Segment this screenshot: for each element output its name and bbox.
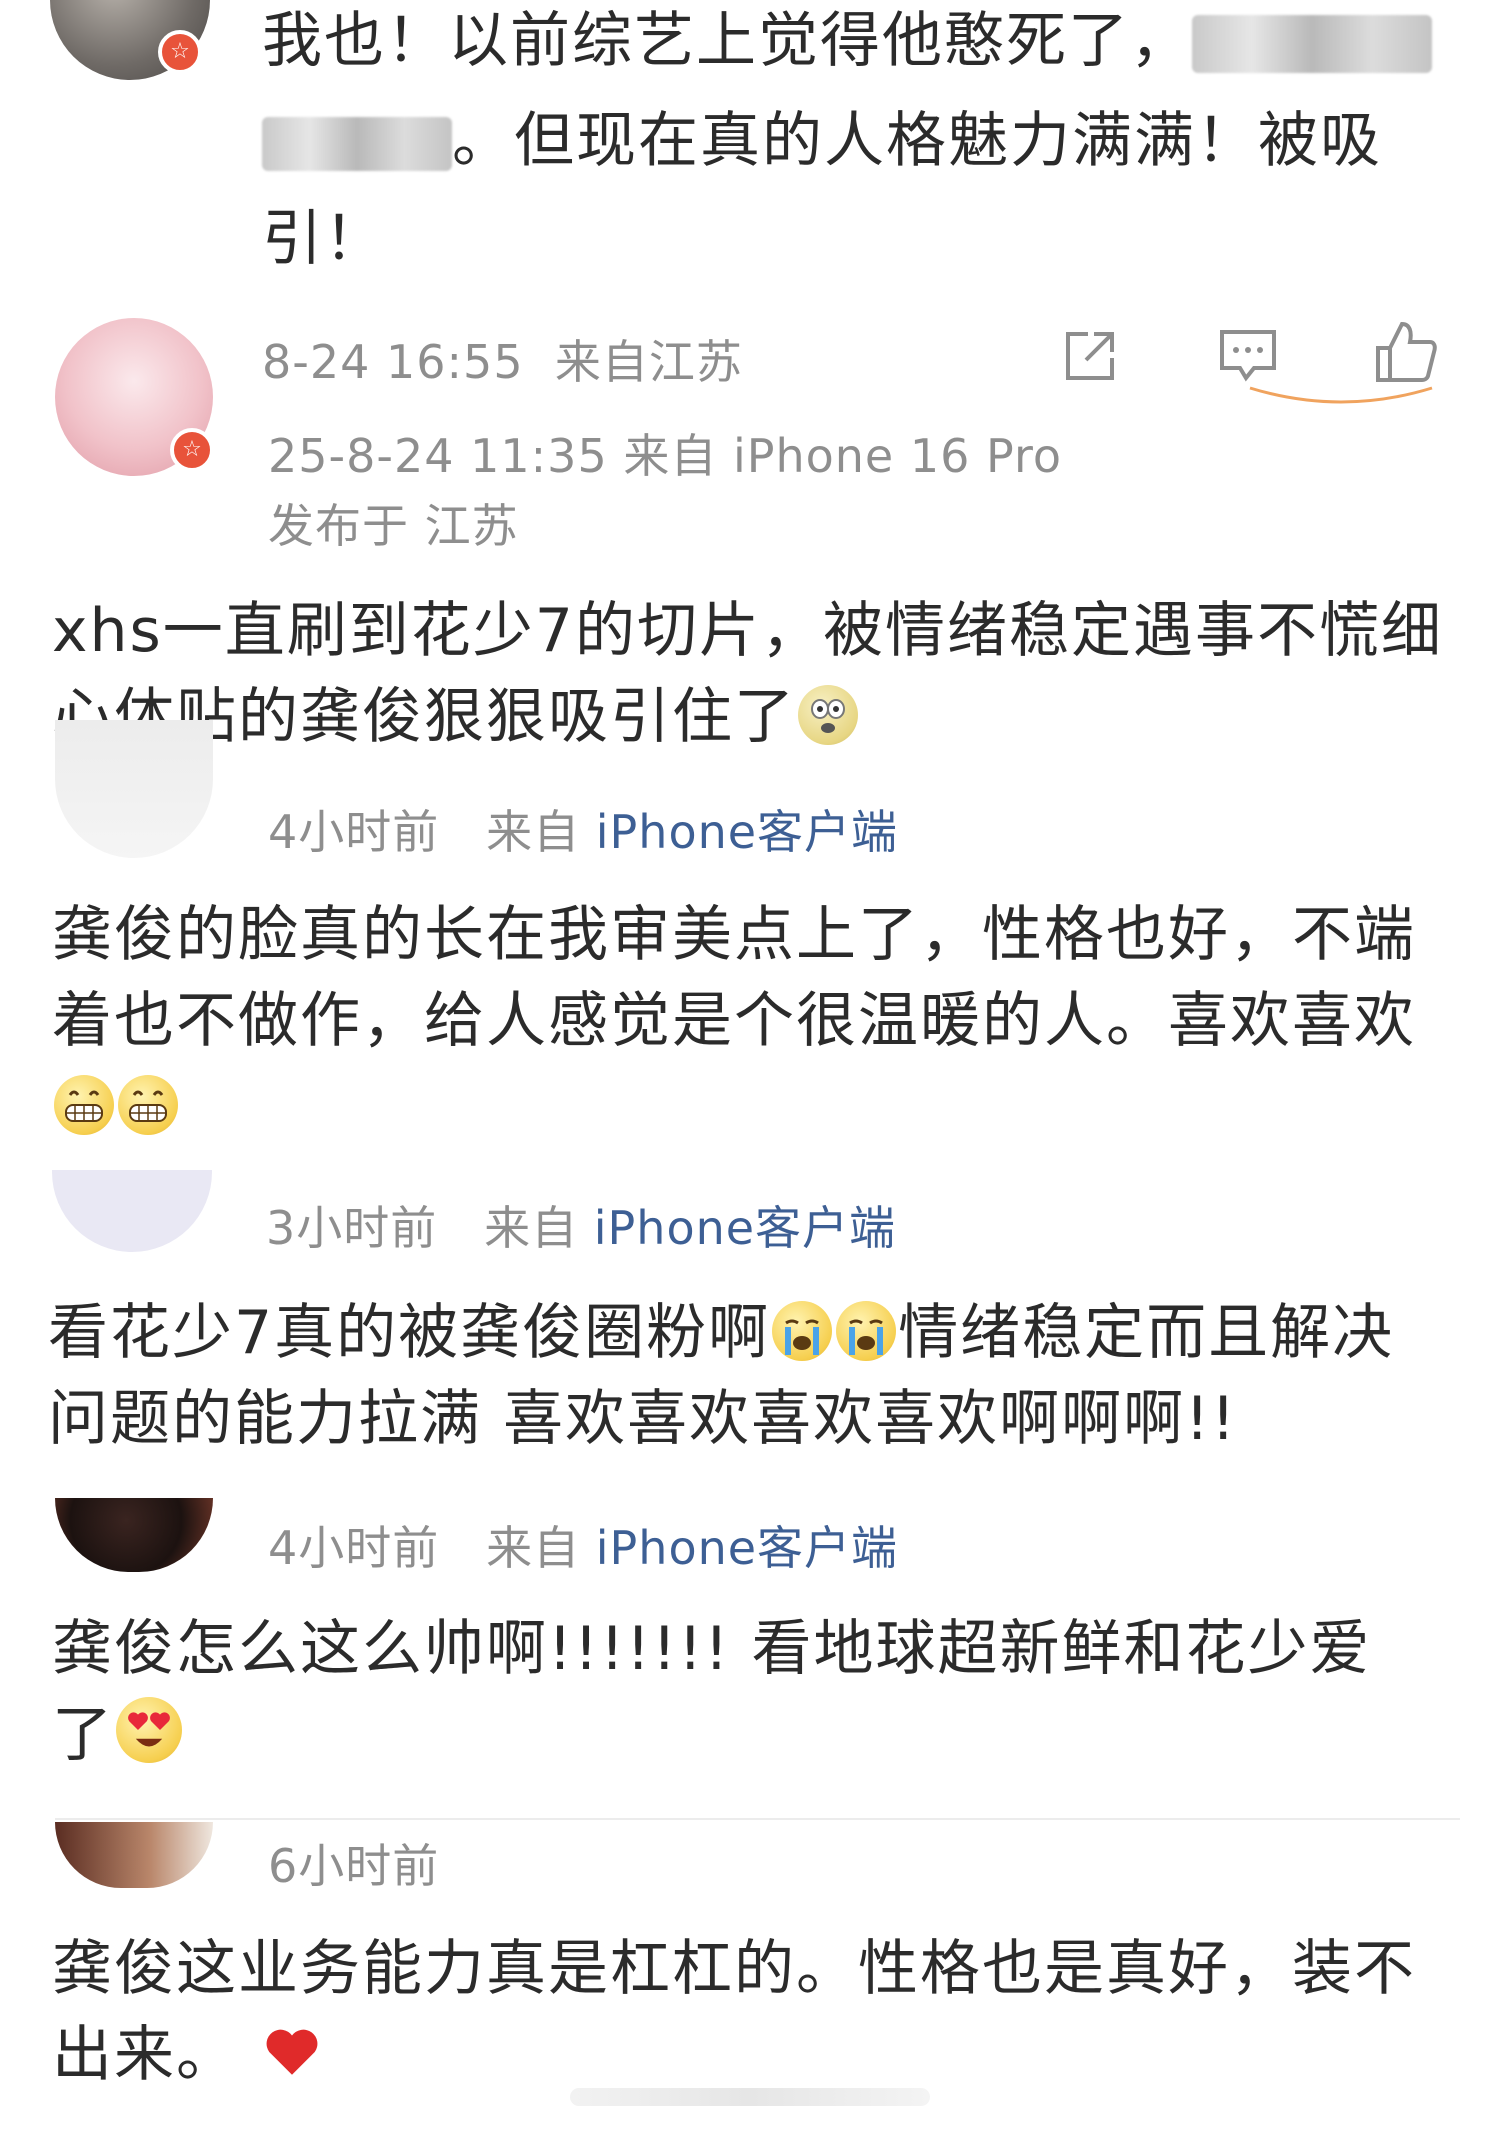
like-icon[interactable]: [1372, 318, 1440, 386]
comment-meta: 4小时前 来自 iPhone客户端: [268, 805, 899, 859]
source-link[interactable]: iPhone客户端: [594, 1201, 896, 1255]
grinning-face-emoji-icon: [54, 1075, 114, 1135]
crying-face-emoji-icon: [772, 1301, 833, 1361]
like-highlight-arc: [1246, 380, 1436, 420]
dizzy-face-emoji-icon: [798, 685, 858, 745]
avatar[interactable]: [52, 1170, 212, 1252]
avatar[interactable]: [55, 1822, 213, 1888]
divider: [55, 1818, 1460, 1820]
source-link[interactable]: iPhone客户端: [596, 805, 898, 859]
red-heart-icon: [261, 2021, 323, 2083]
heart-eyes-emoji-icon: [116, 1697, 182, 1763]
blurred-text: [262, 117, 452, 172]
verified-badge-icon: ☆: [170, 428, 214, 472]
comment-text: 龚俊这业务能力真是杠杠的。性格也是真好，装不 出来。: [52, 1934, 1416, 2090]
post-location: 发布于 江苏: [268, 499, 519, 553]
verified-badge-icon: ☆: [158, 30, 202, 74]
comment-meta: 4小时前 来自 iPhone客户端: [268, 1521, 899, 1575]
comment-text: 龚俊怎么这么帅啊!!!!!!! 看地球超新鲜和花少爱 了: [52, 1614, 1372, 1770]
comment-meta: 6小时前: [268, 1839, 440, 1893]
blurred-text: [1192, 15, 1432, 74]
scroll-handle: [570, 2088, 930, 2106]
crying-face-emoji-icon: [836, 1301, 897, 1361]
comment-meta: 8-24 16:55 来自江苏: [262, 335, 743, 389]
post-text: xhs一直刷到花少7的切片，被情绪稳定遇事不慌细 心体贴的龚俊狠狠吸引住了: [52, 596, 1443, 752]
comment-text: 龚俊的脸真的长在我审美点上了，性格也好，不端 着也不做作，给人感觉是个很温暖的人…: [52, 892, 1472, 1150]
comment-text: 看花少7真的被龚俊圈粉啊 情绪稳定而且解决 问题的能力拉满 喜欢喜欢喜欢喜欢啊啊…: [48, 1298, 1395, 1454]
avatar[interactable]: [55, 1498, 213, 1572]
comment-icon[interactable]: [1216, 326, 1280, 386]
share-icon[interactable]: [1060, 326, 1120, 386]
grinning-face-emoji-icon: [118, 1075, 178, 1135]
post-time-device: 25-8-24 11:35 来自 iPhone 16 Pro: [268, 429, 1062, 483]
comment-meta: 3小时前 来自 iPhone客户端: [266, 1201, 897, 1255]
avatar[interactable]: [55, 720, 213, 858]
comment-text: 我也！以前综艺上觉得他憨死了， 。但现在真的人格魅力满满！被吸 引！: [262, 0, 1462, 282]
source-link[interactable]: iPhone客户端: [596, 1521, 898, 1575]
